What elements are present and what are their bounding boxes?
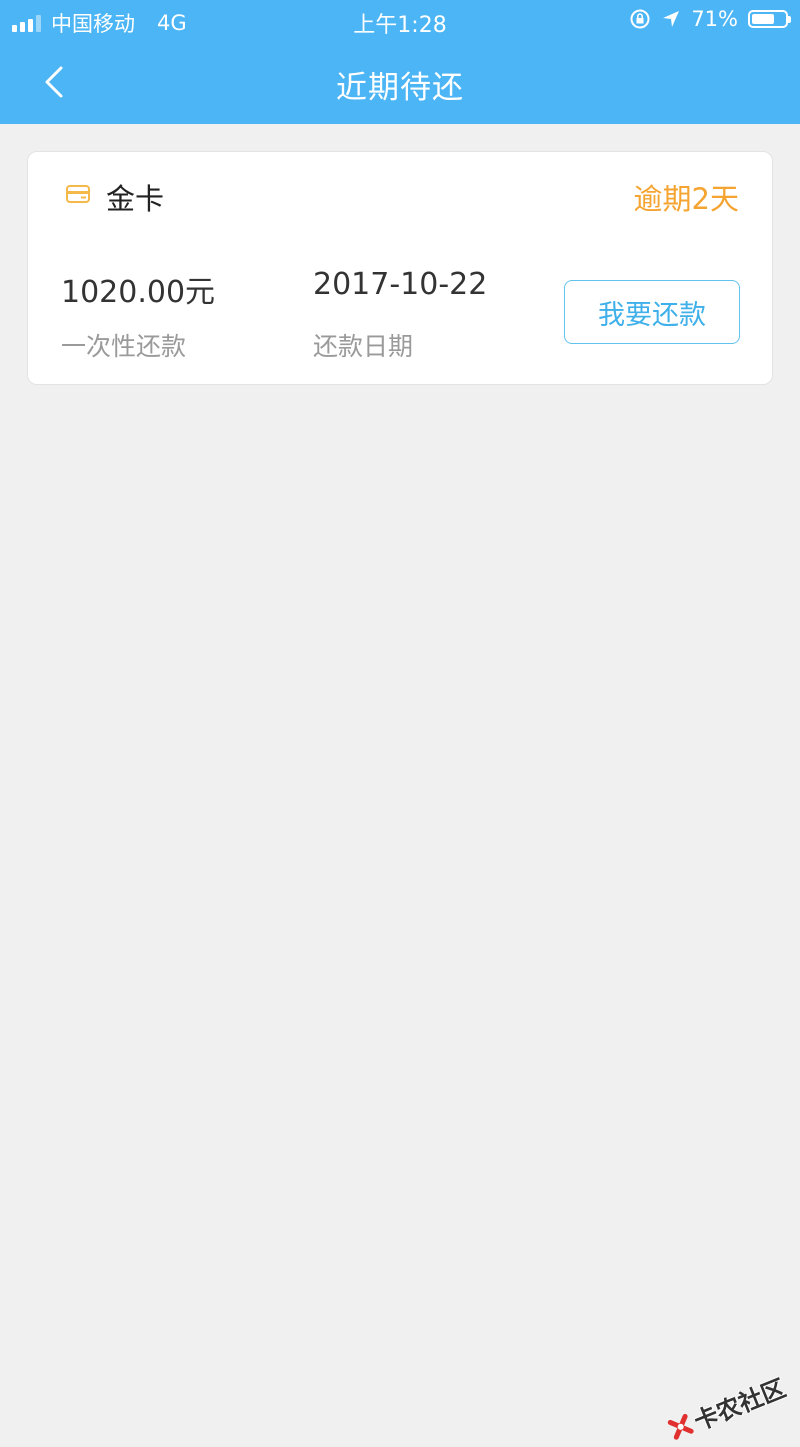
status-right: 71% [629,7,791,31]
page-title: 近期待还 [336,70,464,106]
watermark-logo-icon [667,1413,694,1440]
card-name: 金卡 [106,182,165,216]
nav-bar: 近期待还 [0,40,800,124]
repayment-type-label: 一次性还款 [61,332,187,361]
watermark: 卡农社区 [664,1369,790,1447]
battery-percent: 71% [691,7,738,31]
card-icon [66,185,90,203]
rotation-lock-icon [630,9,650,29]
location-arrow-icon [663,11,680,27]
battery-icon [748,10,791,28]
status-bar: 中国移动 4G 上午1:28 71% [0,0,800,40]
header: 中国移动 4G 上午1:28 71% 近期待还 [0,0,800,124]
battery-fill [752,14,774,24]
watermark-text: 卡农社区 [690,1374,790,1437]
repayment-date-label: 还款日期 [313,332,414,361]
repay-button[interactable]: 我要还款 [564,280,740,344]
repayment-date: 2017-10-22 [313,267,488,302]
overdue-status: 逾期2天 [633,182,739,216]
loan-card: 金卡 逾期2天 1020.00元 一次性还款 2017-10-22 还款日期 我… [27,151,773,385]
repayment-amount: 1020.00元 [61,275,216,310]
